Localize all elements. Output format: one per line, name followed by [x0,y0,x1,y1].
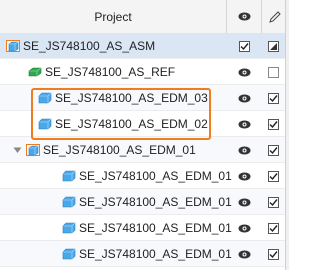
eye-icon[interactable] [238,198,251,207]
row-name-label: SE_JS748100_AS_EDM_01 [79,169,232,183]
row-sync-cell[interactable] [268,85,288,111]
column-header-project-label: Project [94,9,132,24]
table-row[interactable]: SE_JS748100_AS_EDM_01 [0,189,285,215]
eye-icon[interactable] [238,120,251,129]
reference-cube-icon [28,67,42,77]
row-visibility-cell[interactable] [227,111,261,137]
row-sync-cell[interactable] [268,137,288,163]
row-name-label: SE_JS748100_AS_EDM_01 [43,143,196,157]
check-icon [240,42,249,50]
sync-checkbox[interactable] [268,248,279,260]
row-visibility-cell[interactable] [227,59,261,85]
eye-icon[interactable] [238,224,251,233]
row-visibility-cell[interactable] [227,241,261,267]
row-visibility-cell[interactable] [227,85,261,111]
table-header: Project [0,0,285,34]
row-name[interactable]: SE_JS748100_AS_EDM_01 [62,189,232,215]
check-icon [269,120,278,128]
sync-checkbox-partial[interactable] [268,40,279,52]
check-icon [269,146,278,154]
table-row[interactable]: SE_JS748100_AS_EDM_01 [0,137,285,163]
partial-check-icon [270,42,277,50]
row-name[interactable]: SE_JS748100_AS_ASM [6,33,155,59]
check-icon [269,172,278,180]
row-name[interactable]: SE_JS748100_AS_EDM_01 [62,215,232,241]
row-name-label: SE_JS748100_AS_EDM_03 [55,91,208,105]
sync-checkbox[interactable] [268,92,279,104]
cube-icon [62,170,76,182]
row-name-label: SE_JS748100_AS_EDM_01 [79,247,232,261]
column-header-sync[interactable] [262,0,285,33]
check-icon [269,94,278,102]
row-name-label: SE_JS748100_AS_EDM_01 [79,221,232,235]
table-row[interactable]: SE_JS748100_AS_EDM_03 [0,85,285,111]
row-name-label: SE_JS748100_AS_ASM [23,39,156,53]
row-sync-cell[interactable] [268,215,288,241]
cube-icon [62,248,76,260]
row-sync-cell[interactable] [268,241,288,267]
row-name[interactable]: SE_JS748100_AS_EDM_02 [38,111,208,137]
column-header-visibility[interactable] [227,0,262,33]
sync-checkbox[interactable] [268,144,279,156]
cube-icon [38,118,52,130]
row-name[interactable]: SE_JS748100_AS_EDM_01 [62,163,232,189]
chevron-down-icon [13,147,21,153]
cube-icon [38,92,52,104]
row-sync-cell[interactable] [268,189,288,215]
row-name-label: SE_JS748100_AS_EDM_02 [55,117,208,131]
check-icon [269,250,278,258]
sync-checkbox[interactable] [268,66,279,78]
table-row[interactable]: SE_JS748100_AS_EDM_01 [0,241,285,267]
table-row[interactable]: SE_JS748100_AS_EDM_02 [0,111,285,137]
row-name-label: SE_JS748100_AS_EDM_01 [79,195,232,209]
tree-expander[interactable] [12,137,22,163]
table-row[interactable]: SE_JS748100_AS_REF [0,59,285,85]
row-name[interactable]: SE_JS748100_AS_EDM_03 [38,85,208,111]
row-name[interactable]: SE_JS748100_AS_EDM_01 [26,137,196,163]
column-header-project[interactable]: Project [0,0,227,33]
eye-icon [238,12,250,21]
row-name[interactable]: SE_JS748100_AS_EDM_01 [62,241,232,267]
project-panel: Project SE_JS748100_AS_ASM SE_JS748100_A… [0,0,289,270]
sync-checkbox[interactable] [268,222,279,234]
sync-checkbox[interactable] [268,170,279,182]
table-row[interactable]: SE_JS748100_AS_ASM [0,33,285,59]
row-sync-cell[interactable] [268,59,288,85]
eye-icon[interactable] [238,94,251,103]
sync-checkbox[interactable] [268,196,279,208]
row-sync-cell[interactable] [268,111,288,137]
row-name[interactable]: SE_JS748100_AS_REF [28,59,175,85]
cube-icon [62,196,76,208]
row-visibility-cell[interactable] [227,189,261,215]
visibility-checkbox[interactable] [238,40,250,52]
row-name-label: SE_JS748100_AS_REF [45,65,176,79]
row-visibility-cell[interactable] [227,137,261,163]
check-icon [269,224,278,232]
row-visibility-cell[interactable] [227,215,261,241]
table-row[interactable]: SE_JS748100_AS_EDM_01 [0,163,285,189]
eye-icon[interactable] [238,250,251,259]
pencil-icon [269,10,281,23]
check-icon [269,198,278,206]
row-sync-cell[interactable] [268,163,288,189]
eye-icon[interactable] [238,68,251,77]
eye-icon[interactable] [238,146,251,155]
cube-icon [62,222,76,234]
project-table: Project SE_JS748100_AS_ASM SE_JS748100_A… [0,0,286,270]
table-row[interactable]: SE_JS748100_AS_EDM_01 [0,215,285,241]
row-sync-cell[interactable] [268,33,288,59]
sync-checkbox[interactable] [268,118,279,130]
assembly-cube-icon [26,144,40,156]
assembly-cube-icon [6,40,20,52]
row-visibility-cell[interactable] [227,163,261,189]
eye-icon[interactable] [238,172,251,181]
row-visibility-cell[interactable] [227,33,261,59]
